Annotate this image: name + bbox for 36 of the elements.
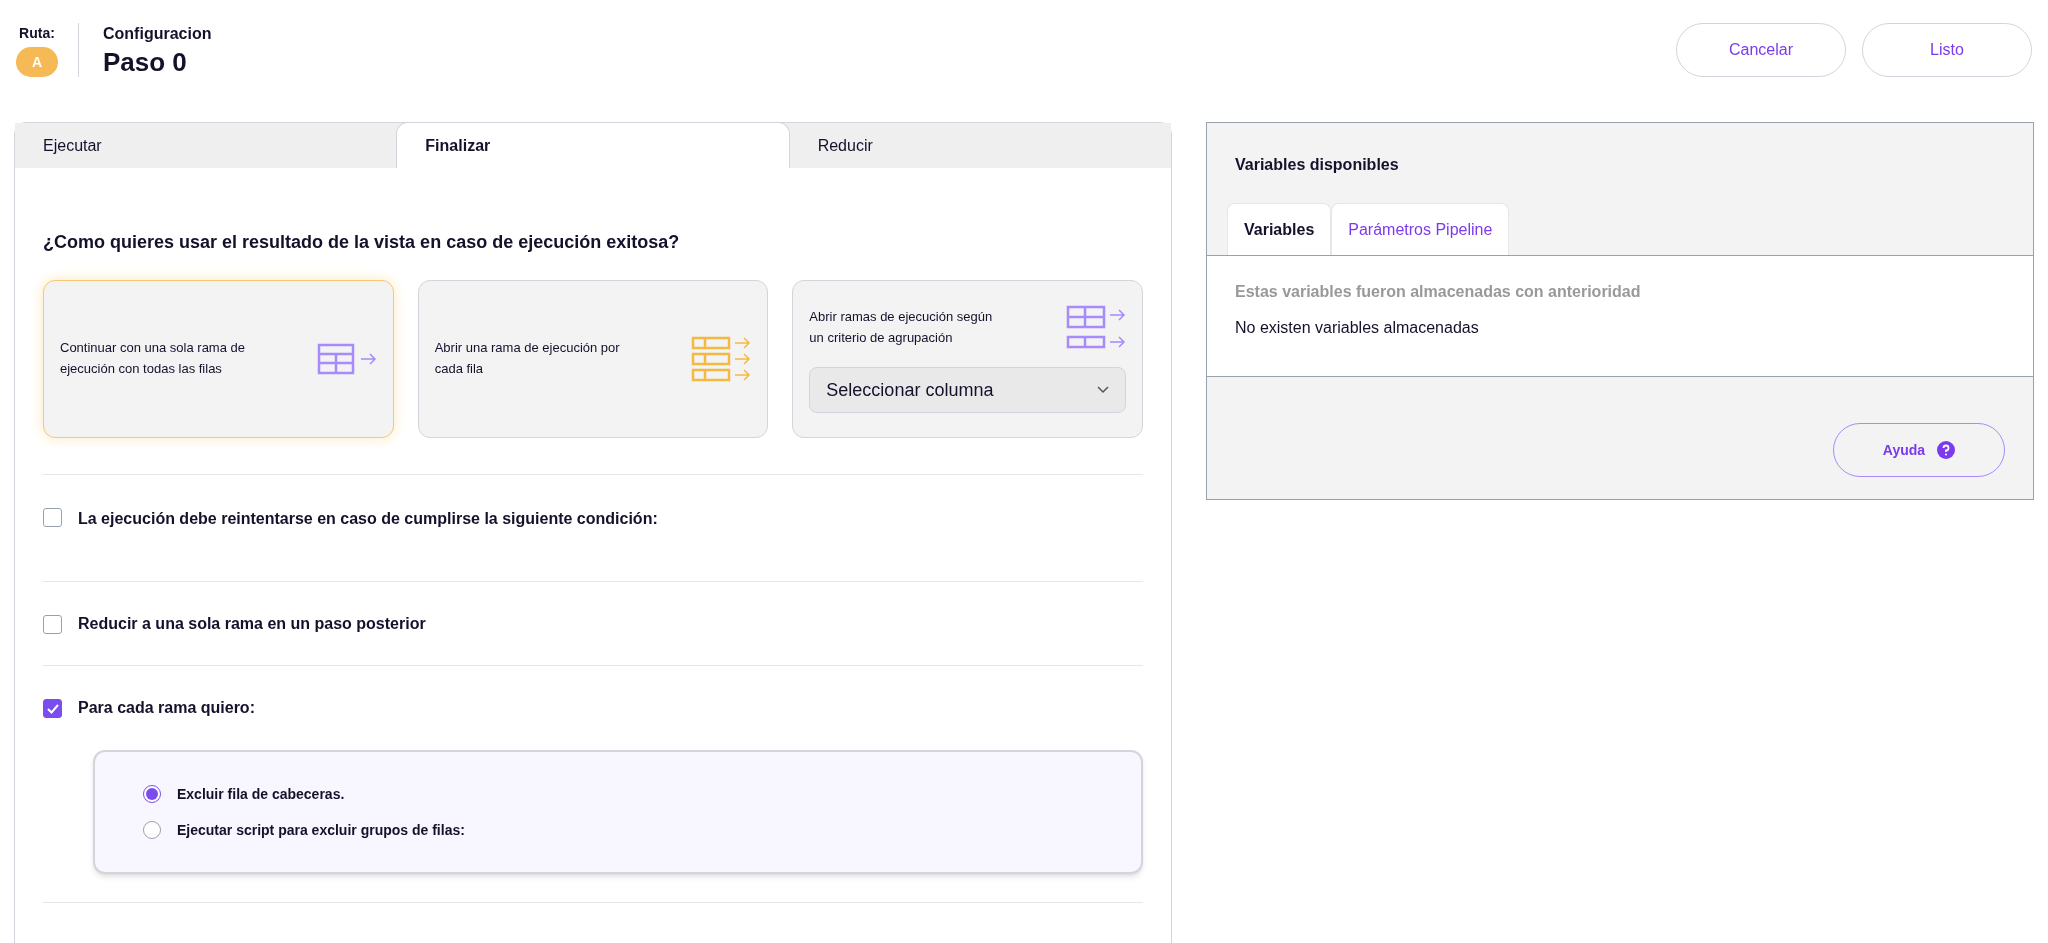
empty-message: No existen variables almacenadas (1235, 318, 1480, 338)
checkbox[interactable] (43, 699, 62, 718)
option-card[interactable]: Abrir ramas de ejecución según un criterio de agrupación Seleccionar columna (792, 280, 1143, 438)
panel-title: Variables disponibles (1234, 155, 1400, 175)
radio-button[interactable] (143, 821, 161, 839)
option-card[interactable]: Continuar con una sola rama de ejecución con todas las filas (43, 280, 394, 438)
tab[interactable]: Finalizar (396, 122, 790, 168)
table-arrow-icon (316, 343, 377, 375)
radio-label: Ejecutar script para excluir grupos de filas: (177, 821, 465, 840)
hint-text: Estas variables fueron almacenadas con anterioridad (1235, 282, 1642, 302)
option-label: Abrir una rama de ejecución por cada fila (434, 339, 621, 378)
option-card[interactable]: Abrir una rama de ejecución por cada fila (417, 280, 769, 438)
rows-arrows-icon (691, 335, 752, 383)
page-title: Paso 0 (103, 45, 188, 79)
done-button[interactable]: Listo (1862, 23, 2032, 77)
column-select[interactable]: Seleccionar columna (809, 367, 1126, 413)
grouped-table-arrows-icon (1066, 305, 1126, 351)
route-label: Ruta: (19, 24, 55, 43)
checkbox-label: Para cada rama quiero: (78, 698, 255, 718)
tab[interactable]: Parámetros Pipeline (1331, 203, 1510, 255)
radio-label: Excluir fila de cabeceras. (177, 785, 345, 804)
tab[interactable]: Variables (1227, 203, 1332, 255)
radio-button[interactable] (143, 785, 161, 803)
checkbox-label: La ejecución debe reintentarse en caso de cumplirse la siguiente condición: (78, 509, 658, 529)
option-label: Continuar con una sola rama de ejecución con todas las filas (60, 339, 246, 378)
chevron-down-icon (1097, 386, 1109, 394)
checkbox-label: Reducir a una sola rama en un paso posterior (78, 613, 426, 634)
route-badge: A (16, 47, 58, 77)
checkbox[interactable] (43, 508, 62, 527)
question-mark-icon (1937, 441, 1956, 459)
checkmark-icon (46, 703, 59, 714)
option-label: Abrir ramas de ejecución según un criterio de agrupación (809, 308, 994, 347)
page-subtitle: Configuracion (103, 23, 212, 44)
cancel-button[interactable]: Cancelar (1676, 23, 1846, 77)
checkbox[interactable] (43, 614, 62, 634)
question-text: ¿Como quieres usar el resultado de la vista en caso de ejecución exitosa? (43, 231, 681, 254)
